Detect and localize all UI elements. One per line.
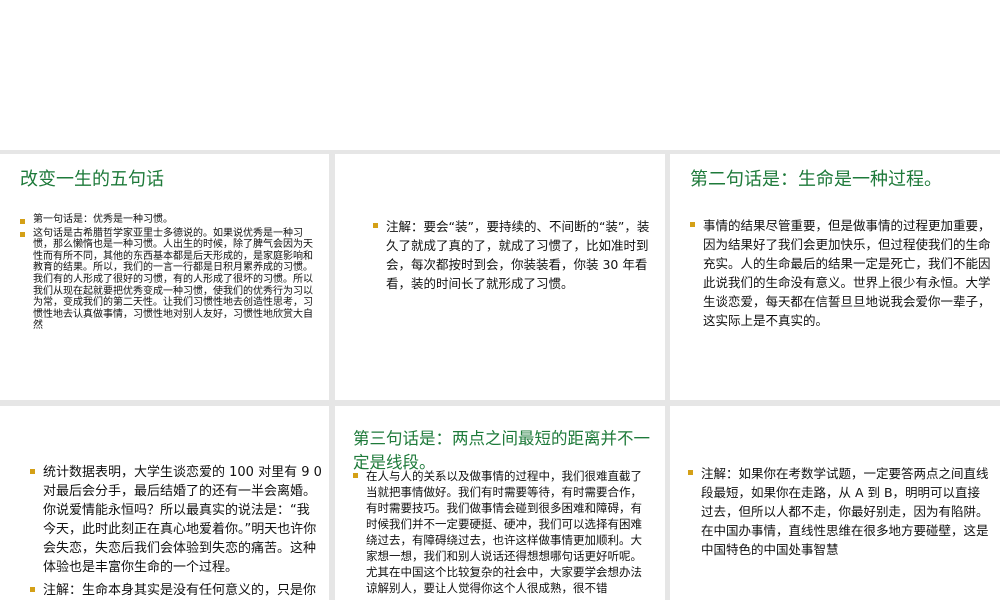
top-blank-area bbox=[0, 0, 1000, 150]
bullet-text: 注解：如果你在考数学试题，一定要答两点之间直线段最短，如果你在走路，从 A 到 … bbox=[701, 466, 989, 557]
bullet-text: 第一句话是：优秀是一种习惯。 bbox=[33, 214, 173, 225]
bullet-list: 在人与人的关系以及做事情的过程中，我们很难直截了当就把事情做好。我们有时需要等待… bbox=[353, 468, 653, 596]
slide-title: 第二句话是：生命是一种过程。 bbox=[690, 169, 942, 190]
list-item: 在人与人的关系以及做事情的过程中，我们很难直截了当就把事情做好。我们有时需要等待… bbox=[353, 468, 653, 596]
bullet-icon bbox=[20, 218, 25, 224]
list-item: 第一句话是：优秀是一种习惯。 bbox=[20, 214, 316, 226]
bullet-icon bbox=[30, 468, 35, 474]
slide-life-is-process[interactable]: 第二句话是：生命是一种过程。 事情的结果尽管重要，但是做事情的过程更加重要，因为… bbox=[670, 154, 1000, 400]
bullet-text: 这句话是古希腊哲学家亚里士多德说的。如果说优秀是一种习惯，那么懒惰也是一种习惯。… bbox=[33, 227, 313, 332]
bullet-icon bbox=[30, 586, 35, 592]
bullet-text: 注解：生命本身其实是没有任何意义的，只是你自己赋予你的生命一种你希望实现的意义， bbox=[43, 583, 317, 598]
slide-title: 改变一生的五句话 bbox=[20, 169, 164, 190]
list-item: 注解：要会“装”，要持续的、不间断的“装”，装久了就成了真的了，就成了习惯了，比… bbox=[373, 217, 657, 293]
bullet-list: 注解：要会“装”，要持续的、不间断的“装”，装久了就成了真的了，就成了习惯了，比… bbox=[373, 217, 657, 293]
bullet-text: 在人与人的关系以及做事情的过程中，我们很难直截了当就把事情做好。我们有时需要等待… bbox=[366, 469, 642, 595]
slide-love-statistics[interactable]: 统计数据表明，大学生谈恋爱的 100 对里有 9 0 对最后会分手，最后结婚了的… bbox=[0, 406, 329, 600]
slide-shortest-distance[interactable]: 第三句话是：两点之间最短的距离并不一定是线段。 在人与人的关系以及做事情的过程中… bbox=[335, 406, 665, 600]
bullet-text: 统计数据表明，大学生谈恋爱的 100 对里有 9 0 对最后会分手，最后结婚了的… bbox=[43, 465, 322, 575]
list-item: 事情的结果尽管重要，但是做事情的过程更加重要，因为结果好了我们会更加快乐，但过程… bbox=[690, 216, 992, 330]
bullet-list: 第一句话是：优秀是一种习惯。 这句话是古希腊哲学家亚里士多德说的。如果说优秀是一… bbox=[20, 214, 316, 332]
bullet-icon bbox=[353, 473, 358, 479]
bullet-icon bbox=[690, 221, 695, 227]
list-item: 注解：生命本身其实是没有任何意义的，只是你自己赋予你的生命一种你希望实现的意义， bbox=[30, 581, 322, 600]
bullet-list: 事情的结果尽管重要，但是做事情的过程更加重要，因为结果好了我们会更加快乐，但过程… bbox=[690, 216, 992, 330]
slide-note-pretend[interactable]: 注解：要会“装”，要持续的、不间断的“装”，装久了就成了真的了，就成了习惯了，比… bbox=[335, 154, 665, 400]
bullet-text: 事情的结果尽管重要，但是做事情的过程更加重要，因为结果好了我们会更加快乐，但过程… bbox=[703, 218, 991, 328]
bullet-icon bbox=[20, 232, 25, 238]
bullet-list: 注解：如果你在考数学试题，一定要答两点之间直线段最短，如果你在走路，从 A 到 … bbox=[688, 464, 990, 559]
slide-five-sentences[interactable]: 改变一生的五句话 第一句话是：优秀是一种习惯。 这句话是古希腊哲学家亚里士多德说… bbox=[0, 154, 329, 400]
list-item: 统计数据表明，大学生谈恋爱的 100 对里有 9 0 对最后会分手，最后结婚了的… bbox=[30, 463, 322, 577]
bullet-list: 统计数据表明，大学生谈恋爱的 100 对里有 9 0 对最后会分手，最后结婚了的… bbox=[30, 463, 322, 600]
list-item: 这句话是古希腊哲学家亚里士多德说的。如果说优秀是一种习惯，那么懒惰也是一种习惯。… bbox=[20, 228, 316, 332]
slide-note-straight-line[interactable]: 注解：如果你在考数学试题，一定要答两点之间直线段最短，如果你在走路，从 A 到 … bbox=[670, 406, 1000, 600]
bullet-icon bbox=[688, 469, 693, 475]
bullet-text: 注解：要会“装”，要持续的、不间断的“装”，装久了就成了真的了，就成了习惯了，比… bbox=[386, 219, 650, 291]
list-item: 注解：如果你在考数学试题，一定要答两点之间直线段最短，如果你在走路，从 A 到 … bbox=[688, 464, 990, 559]
bullet-icon bbox=[373, 222, 378, 228]
